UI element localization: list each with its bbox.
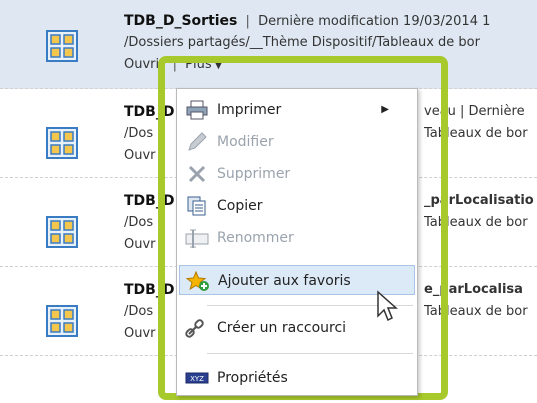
submenu-arrow-icon: ▶	[381, 104, 389, 115]
menu-item-label: Créer un raccourci	[217, 320, 347, 336]
menu-item-properties[interactable]: XYZ Propriétés	[179, 363, 415, 393]
item-title[interactable]: TDB_D_Sorties	[124, 13, 237, 29]
item-meta: Dernière modification 19/03/2014 1	[258, 14, 491, 29]
menu-item-label: Copier	[217, 198, 263, 214]
menu-item-label: Imprimer	[217, 102, 282, 118]
separator: |	[245, 14, 250, 29]
menu-item-label: Ajouter aux favoris	[218, 273, 351, 289]
dashboard-icon[interactable]	[46, 305, 78, 337]
dashboard-icon[interactable]	[46, 30, 78, 62]
menu-item-print[interactable]: Imprimer ▶	[179, 95, 415, 125]
shortcut-link-icon	[185, 319, 204, 338]
menu-item-edit[interactable]: Modifier	[179, 127, 415, 157]
menu-item-copy[interactable]: Copier	[179, 191, 415, 221]
copy-icon	[187, 196, 206, 216]
dashboard-icon[interactable]	[46, 127, 78, 159]
menu-item-label: Propriétés	[217, 370, 288, 386]
delete-x-icon	[188, 165, 206, 183]
menu-item-label: Modifier	[217, 134, 274, 150]
dashboard-icon[interactable]	[46, 216, 78, 248]
pencil-icon	[188, 132, 207, 151]
favorite-star-icon	[186, 271, 209, 291]
svg-text:XYZ: XYZ	[190, 375, 204, 383]
menu-item-rename[interactable]: Renommer	[179, 223, 415, 253]
properties-icon: XYZ	[185, 372, 209, 384]
menu-divider	[207, 353, 413, 354]
printer-icon	[186, 100, 208, 120]
menu-item-delete[interactable]: Supprimer	[179, 159, 415, 189]
mouse-cursor-icon	[377, 290, 398, 322]
item-path: /Dossiers partagés/__Thème Dispositif/Ta…	[124, 35, 480, 50]
rename-icon	[185, 229, 209, 248]
menu-item-label: Supprimer	[217, 166, 291, 182]
menu-item-label: Renommer	[217, 230, 294, 246]
more-context-menu: Imprimer ▶ Modifier Supprimer Copier Ren…	[176, 88, 418, 396]
